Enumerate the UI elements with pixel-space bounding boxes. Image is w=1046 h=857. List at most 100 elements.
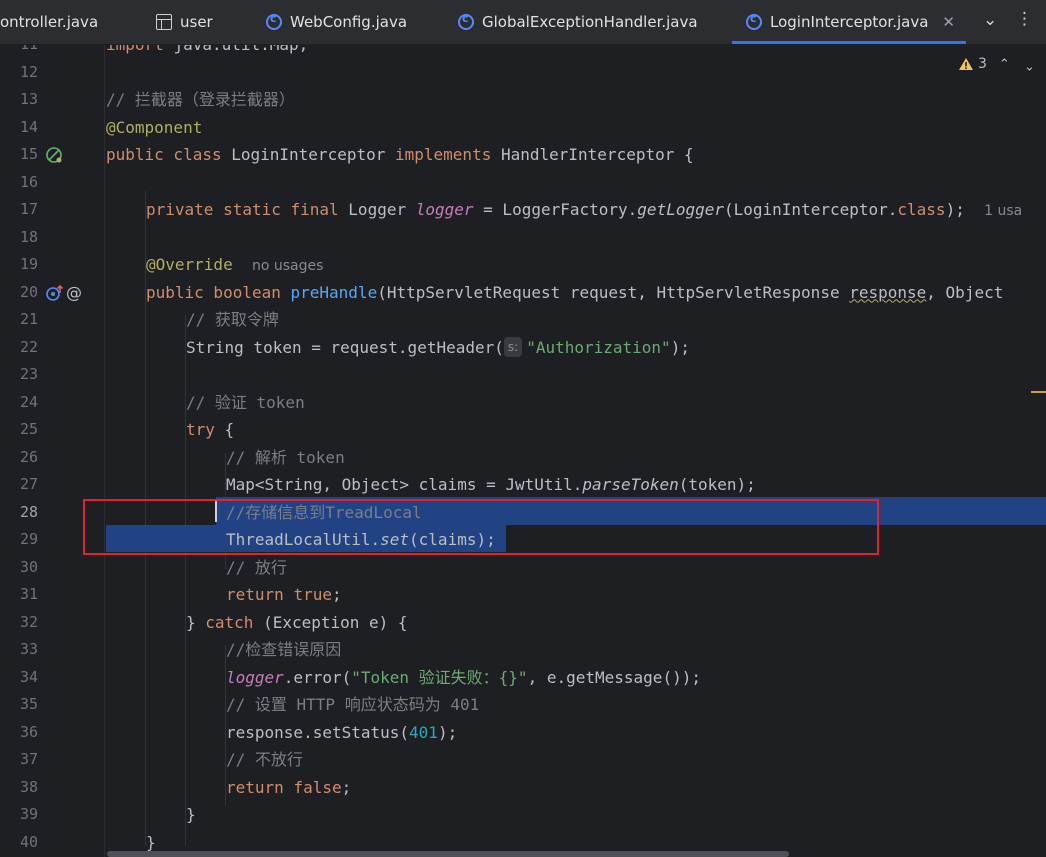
line-number: 27: [19, 475, 38, 493]
code-line: 31 return true;: [0, 581, 1046, 609]
code-text: public boolean preHandle(HttpServletRequ…: [146, 279, 1003, 307]
code-text: }: [186, 801, 196, 829]
tab-globalexceptionhandler[interactable]: GlobalExceptionHandler.java: [458, 0, 698, 44]
class-icon: [746, 12, 762, 30]
line-number: 13: [19, 90, 38, 108]
code-text: @Component: [106, 114, 202, 142]
line-number: 33: [19, 640, 38, 658]
token: public boolean: [146, 282, 291, 302]
token: );: [945, 200, 965, 219]
line-number: 30: [19, 557, 38, 576]
token: , e.getMessage());: [527, 667, 701, 687]
line-number: 32: [19, 612, 38, 631]
code-editor[interactable]: 3 ⌃ ⌃ 11 import java.util.Map; 12 13 // …: [0, 45, 1046, 857]
token: Map<String, Object> claims = JwtUtil.: [226, 475, 583, 494]
line-number: 37: [19, 750, 38, 768]
code-text: // 不放行: [226, 746, 303, 774]
line-number: 29: [19, 530, 38, 548]
token: (LoginInterceptor.: [724, 200, 898, 219]
code-line: 17 private static final Logger logger = …: [0, 196, 1046, 224]
line-number: 15: [19, 145, 38, 163]
chevron-down-icon[interactable]: ⌄: [983, 10, 997, 30]
line-number: 18: [19, 227, 38, 246]
tab-webconfig[interactable]: WebConfig.java: [266, 0, 407, 44]
warning-icon: [959, 58, 973, 70]
line-number: 34: [19, 667, 38, 686]
token: {: [214, 420, 235, 439]
token: (token);: [678, 475, 756, 494]
line-number: 28: [19, 502, 38, 521]
tab-user[interactable]: user: [156, 0, 213, 44]
code-line: 32 } catch (Exception e) {: [0, 609, 1046, 637]
inspection-widget[interactable]: 3 ⌃ ⌃: [958, 53, 1035, 75]
table-icon: [156, 14, 172, 30]
code-line: 21 // 获取令牌: [0, 306, 1046, 334]
spring-bean-icon[interactable]: [45, 146, 63, 164]
token: (HttpServletRequest request, HttpServlet…: [377, 282, 850, 302]
code-text: // 设置 HTTP 响应状态码为 401: [226, 691, 479, 719]
class-icon: [458, 12, 474, 30]
code-text: response.setStatus(401);: [226, 719, 457, 747]
code-line: 39 }: [0, 801, 1046, 829]
line-number: 23: [19, 365, 38, 383]
tab-logininterceptor[interactable]: LoginInterceptor.java ✕: [732, 0, 966, 44]
annotation-highlight-box: [83, 499, 879, 555]
class-icon: [266, 12, 282, 30]
more-options-icon[interactable]: ⋮: [1016, 9, 1033, 29]
token: ;: [341, 777, 352, 797]
line-number: 11: [0, 45, 38, 59]
horizontal-scrollbar[interactable]: [107, 851, 789, 857]
token: try: [186, 420, 215, 439]
line-number: 14: [19, 117, 38, 136]
scrollbar-marker: [1031, 391, 1046, 393]
usages-hint[interactable]: no usages: [252, 258, 323, 274]
override-at-icon[interactable]: @: [66, 279, 82, 307]
token: true: [293, 585, 332, 604]
code-line: 12: [0, 59, 1046, 87]
token: response.setStatus(: [226, 722, 410, 742]
code-line: 34 logger.error("Token 验证失败：{}", e.getMe…: [0, 664, 1046, 692]
token: java.util.Map;: [173, 45, 308, 54]
tab-label: GlobalExceptionHandler.java: [482, 13, 698, 31]
comment: // 验证 token: [186, 392, 305, 412]
previous-highlight-icon[interactable]: ⌃: [999, 57, 1010, 72]
line-number: 40: [19, 832, 38, 851]
line-number: 22: [19, 337, 38, 356]
line-number: 38: [19, 777, 38, 796]
code-text: logger.error("Token 验证失败：{}", e.getMessa…: [226, 664, 701, 692]
token: .error(: [283, 667, 352, 687]
close-tab-icon[interactable]: ✕: [942, 13, 955, 31]
token: logger: [415, 200, 474, 219]
code-text: private static final Logger logger = Log…: [146, 196, 1022, 226]
line-number: 35: [19, 695, 38, 713]
code-text: return true;: [226, 581, 342, 609]
code-text: // 放行: [226, 554, 287, 582]
line-number: 36: [19, 722, 38, 741]
code-line: 11 import java.util.Map;: [0, 45, 1046, 59]
code-text: // 获取令牌: [186, 306, 279, 334]
code-line: 16: [0, 169, 1046, 197]
next-highlight-icon[interactable]: ⌃: [1024, 57, 1035, 72]
token: );: [437, 722, 458, 742]
code-text: //检查错误原因: [226, 636, 341, 664]
tab-label: ontroller.java: [0, 13, 99, 31]
active-tab-indicator: [732, 41, 966, 44]
tab-label: WebConfig.java: [290, 13, 408, 31]
code-line: 13 // 拦截器（登录拦截器）: [0, 86, 1046, 114]
warning-count: 3: [978, 56, 987, 72]
line-number: 17: [19, 200, 38, 218]
usages-hint[interactable]: 1 usa: [984, 203, 1022, 219]
token: logger: [226, 667, 284, 687]
line-number: 24: [19, 392, 38, 411]
code-line: 38 return false;: [0, 774, 1046, 802]
code-line: 15 public class LoginInterceptor impleme…: [0, 141, 1046, 169]
comment: // 不放行: [226, 750, 303, 769]
tab-controller[interactable]: ontroller.java: [0, 0, 98, 44]
comment: // 设置 HTTP 响应状态码为 401: [226, 695, 480, 714]
code-text: import java.util.Map;: [106, 45, 308, 59]
implements-method-icon[interactable]: [45, 284, 65, 302]
token: return: [226, 777, 294, 797]
line-number: 25: [19, 420, 38, 438]
code-text: @Override no usages: [146, 251, 323, 281]
token: parseToken: [582, 475, 679, 494]
